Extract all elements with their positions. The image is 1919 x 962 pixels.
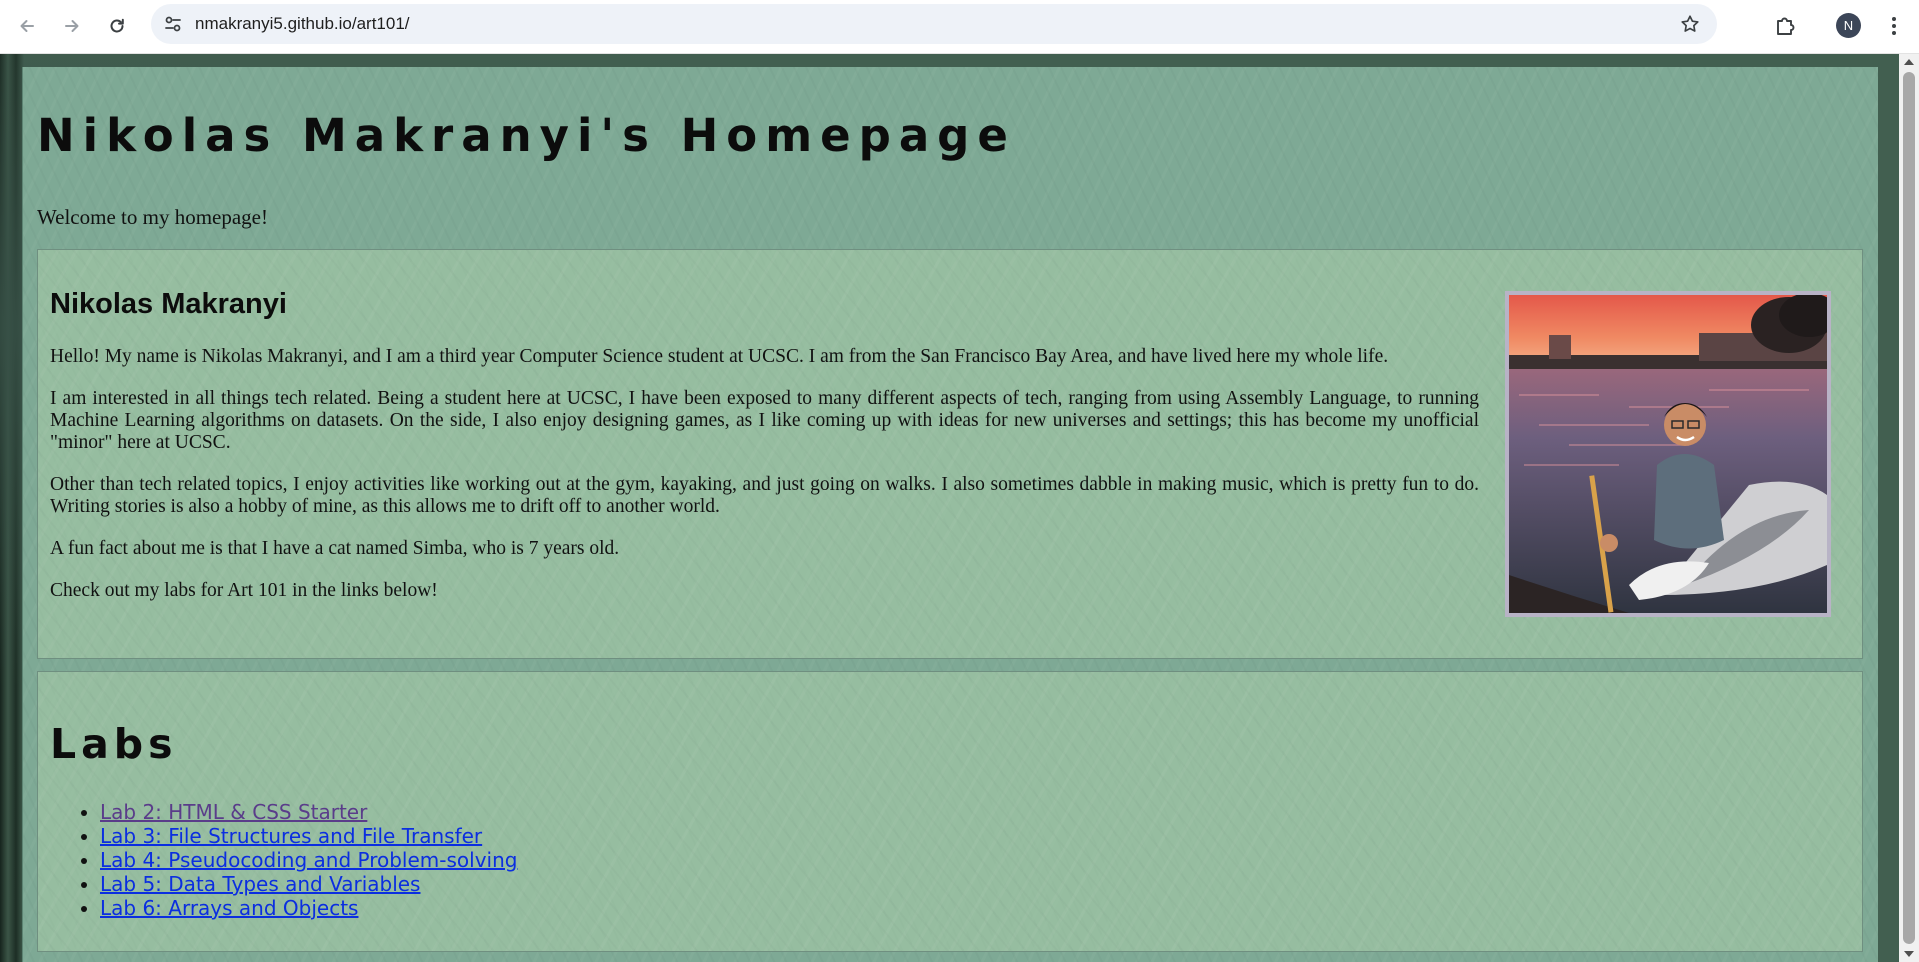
profile-photo [1505, 291, 1831, 617]
page-viewport: Nikolas Makranyi's Homepage Welcome to m… [0, 54, 1899, 962]
about-paragraph: I am interested in all things tech relat… [50, 388, 1479, 453]
reload-icon [110, 18, 124, 33]
extensions-button[interactable] [1770, 11, 1800, 41]
labs-section: Labs Lab 2: HTML & CSS Starter Lab 3: Fi… [37, 671, 1863, 952]
reload-button[interactable] [102, 11, 132, 41]
scroll-up-arrow-icon[interactable] [1904, 59, 1914, 65]
puzzle-icon [1777, 17, 1795, 35]
list-item: Lab 2: HTML & CSS Starter [100, 800, 517, 824]
profile-avatar[interactable]: N [1836, 13, 1861, 38]
lab-list: Lab 2: HTML & CSS Starter Lab 3: File St… [68, 800, 517, 920]
scroll-down-arrow-icon[interactable] [1904, 951, 1914, 957]
lab-5-link[interactable]: Lab 5: Data Types and Variables [100, 872, 420, 896]
arrow-right-icon [65, 20, 79, 32]
address-bar[interactable]: nmakranyi5.github.io/art101/ [151, 4, 1717, 44]
forward-button[interactable] [57, 11, 87, 41]
list-item: Lab 4: Pseudocoding and Problem-solving [100, 848, 517, 872]
scrollbar-thumb[interactable] [1903, 72, 1915, 944]
list-item: Lab 5: Data Types and Variables [100, 872, 517, 896]
lab-4-link[interactable]: Lab 4: Pseudocoding and Problem-solving [100, 848, 517, 872]
about-heading: Nikolas Makranyi [50, 288, 287, 320]
browser-menu-button[interactable] [1884, 11, 1904, 41]
tune-icon[interactable] [163, 14, 183, 34]
welcome-text: Welcome to my homepage! [37, 205, 268, 229]
list-item: Lab 6: Arrays and Objects [100, 896, 517, 920]
page-container: Nikolas Makranyi's Homepage Welcome to m… [22, 67, 1878, 962]
kebab-menu-icon [1892, 17, 1896, 35]
lab-2-link[interactable]: Lab 2: HTML & CSS Starter [100, 800, 367, 824]
list-item: Lab 3: File Structures and File Transfer [100, 824, 517, 848]
browser-toolbar: nmakranyi5.github.io/art101/ N [0, 0, 1919, 54]
lab-3-link[interactable]: Lab 3: File Structures and File Transfer [100, 824, 482, 848]
url-text[interactable]: nmakranyi5.github.io/art101/ [195, 14, 410, 34]
arrow-left-icon [20, 20, 34, 32]
about-section: Nikolas Makranyi Hello! My name is Nikol… [37, 249, 1863, 659]
lab-6-link[interactable]: Lab 6: Arrays and Objects [100, 896, 358, 920]
vertical-scrollbar[interactable] [1899, 54, 1919, 962]
star-icon[interactable] [1679, 13, 1701, 35]
page-title: Nikolas Makranyi's Homepage [37, 109, 1016, 162]
labs-heading: Labs [50, 720, 178, 768]
about-paragraph: Hello! My name is Nikolas Makranyi, and … [50, 346, 1389, 367]
about-paragraph: Check out my labs for Art 101 in the lin… [50, 580, 438, 601]
about-paragraph: Other than tech related topics, I enjoy … [50, 474, 1479, 517]
about-text: Hello! My name is Nikolas Makranyi, and … [50, 346, 1479, 622]
about-paragraph: A fun fact about me is that I have a cat… [50, 538, 620, 559]
back-button[interactable] [12, 11, 42, 41]
